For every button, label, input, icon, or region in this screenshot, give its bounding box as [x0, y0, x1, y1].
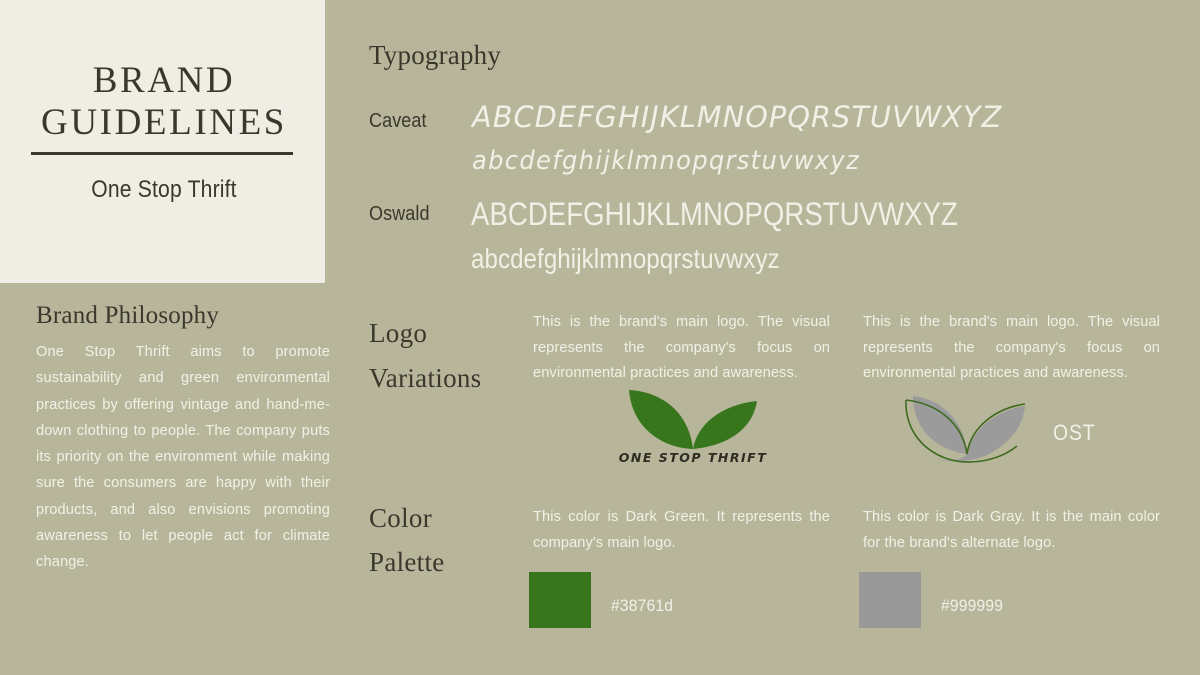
logo-wordmark-primary: ONE STOP THRIFT: [618, 450, 768, 465]
logo-heading-line2: Variations: [369, 363, 482, 393]
color-heading-line2: Palette: [369, 547, 445, 577]
brand-name: One Stop Thrift: [91, 176, 237, 203]
logo-description-primary: This is the brand's main logo. The visua…: [533, 314, 830, 381]
font-label-caveat: Caveat: [369, 110, 427, 132]
logo-alternate: [897, 392, 1037, 464]
logo-variations-heading: Logo Variations: [369, 311, 481, 401]
leaf-outline-icon: [905, 396, 1026, 463]
color-description-gray: This color is Dark Gray. It is the main …: [863, 509, 1160, 551]
font-label-oswald: Oswald: [369, 203, 430, 225]
brand-guidelines-page: BRAND GUIDELINES One Stop Thrift Brand P…: [0, 0, 1200, 675]
leaf-icon: [629, 390, 757, 449]
cover-panel: BRAND GUIDELINES One Stop Thrift: [0, 0, 325, 283]
logo-wordmark-alternate: OST: [1053, 420, 1096, 445]
title-divider: [31, 152, 293, 155]
brand-philosophy-section: Brand Philosophy One Stop Thrift aims to…: [36, 302, 330, 576]
color-swatch-green: [529, 572, 591, 628]
logo-description-alternate: This is the brand's main logo. The visua…: [863, 314, 1160, 381]
logo-primary: ONE STOP THRIFT: [618, 388, 768, 476]
page-title: BRAND GUIDELINES: [41, 60, 287, 143]
logo-heading-line1: Logo: [369, 318, 428, 348]
color-hex-green: #38761d: [611, 596, 674, 615]
color-description-green: This color is Dark Green. It represents …: [533, 509, 830, 551]
oswald-lowercase-specimen: abcdefghijklmnopqrstuvwxyz: [471, 243, 780, 274]
color-swatch-gray: [859, 572, 921, 628]
color-heading-line1: Color: [369, 503, 433, 533]
caveat-uppercase-specimen: ABCDEFGHIJKLMNOPQRSTUVWXYZ: [472, 100, 1003, 134]
philosophy-heading: Brand Philosophy: [36, 302, 220, 329]
oswald-uppercase-specimen: ABCDEFGHIJKLMNOPQRSTUVWXYZ: [471, 196, 958, 232]
color-palette-heading: Color Palette: [369, 496, 445, 584]
philosophy-body: One Stop Thrift aims to promote sustaina…: [36, 344, 330, 571]
typography-heading: Typography: [369, 40, 502, 70]
caveat-lowercase-specimen: abcdefghijklmnopqrstuvwxyz: [472, 146, 860, 176]
color-hex-gray: #999999: [941, 596, 1004, 615]
